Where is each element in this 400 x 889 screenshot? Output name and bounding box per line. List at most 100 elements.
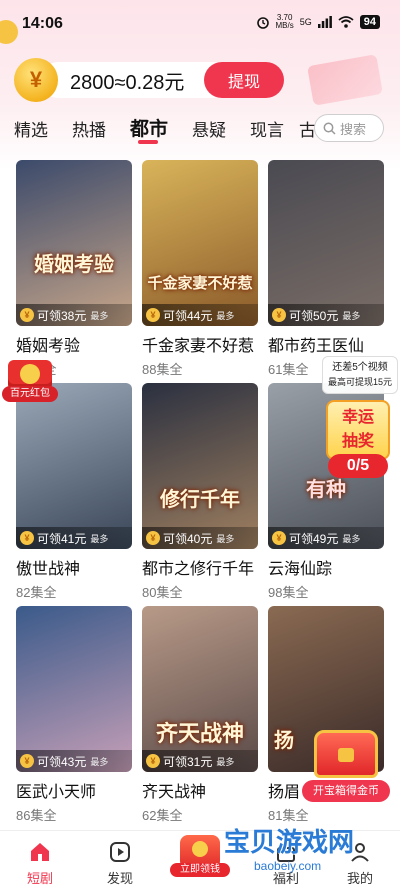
video-tip-line2: 最高可提现15元 [327, 377, 392, 387]
reward-text: 可领49元 [289, 531, 339, 546]
drama-poster: 千金家妻不好惹 ¥ 可领44元 最多 [142, 160, 258, 326]
active-tab-indicator [138, 140, 158, 144]
tab-hot[interactable]: 热播 [72, 116, 106, 146]
reward-text: 可领44元 [163, 308, 213, 323]
coin-icon: ¥ [146, 308, 160, 322]
coin-icon [20, 364, 40, 384]
drama-title: 云海仙踪 [268, 561, 333, 578]
home-icon [27, 839, 53, 865]
search-input[interactable]: 搜索 [314, 114, 384, 142]
drama-poster: ¥ 可领41元 最多 [16, 383, 132, 549]
poster-title: 修行千年 [160, 487, 240, 511]
coin-icon [192, 841, 208, 857]
drama-card[interactable]: 千金家妻不好惹 ¥ 可领44元 最多 千金家妻不好惹 88集全 [142, 160, 258, 378]
drama-card[interactable]: ¥ 可领43元 最多 医武小天师 86集全 [16, 606, 132, 824]
drama-episodes: 82集全 [16, 585, 57, 600]
tab-featured[interactable]: 精选 [14, 116, 48, 146]
drama-poster: 齐天战神 ¥ 可领31元 最多 [142, 606, 258, 772]
reward-max: 最多 [90, 310, 109, 321]
drama-title: 婚姻考验 [16, 338, 81, 355]
drama-card[interactable]: ¥ 可领50元 最多 都市药王医仙 61集全 [268, 160, 384, 378]
battery-level: 94 [359, 15, 380, 29]
search-placeholder: 搜索 [340, 121, 367, 137]
category-tabs: 精选 热播 都市 悬疑 现言 [14, 116, 308, 146]
tab-suspense[interactable]: 悬疑 [192, 116, 226, 146]
drama-title: 医武小天师 [16, 784, 97, 801]
reward-max: 最多 [216, 533, 235, 544]
reward-text: 可领43元 [37, 754, 87, 769]
reward-max: 最多 [342, 310, 361, 321]
drama-card[interactable]: 修行千年 ¥ 可领40元 最多 都市之修行千年 80集全 [142, 383, 258, 601]
nav-label: 短剧 [26, 871, 53, 886]
reward-text: 可领50元 [289, 308, 339, 323]
net-speed: 3.70 MB/s [276, 14, 294, 30]
nav-item-discover[interactable]: 发现 [90, 839, 150, 887]
reward-max: 最多 [342, 533, 361, 544]
red-packet-label: 百元红包 [2, 386, 58, 402]
red-packet-widget[interactable]: 百元红包 [2, 360, 58, 404]
signal-type: 5G [299, 17, 312, 27]
lucky-draw-line1: 幸运 [341, 409, 374, 426]
treasure-chest-widget[interactable]: 开宝箱得金币 [302, 730, 390, 802]
drama-title: 都市之修行千年 [142, 561, 255, 578]
nav-item-claim[interactable]: 立即领钱 [170, 835, 230, 877]
reward-badge: ¥ 可领49元 最多 [268, 527, 384, 549]
chest-lock-icon [338, 748, 354, 762]
lucky-draw-widget[interactable]: 幸运 抽奖 0/5 [322, 396, 394, 482]
status-indicators: 3.70 MB/s 5G 94 [256, 14, 380, 30]
claim-tag: 立即领钱 [170, 863, 230, 877]
reward-text: 可领31元 [163, 754, 213, 769]
net-speed-unit: MB/s [275, 21, 294, 30]
search-icon [323, 122, 336, 135]
wallet-row: 2800≈0.28元 ¥ 提现 [14, 58, 284, 102]
video-tip-line1: 还差5个视频 [332, 362, 388, 373]
balance-text: 2800≈0.28元 [70, 71, 185, 94]
alarm-icon [256, 17, 269, 29]
tab-urban[interactable]: 都市 [130, 114, 168, 144]
drama-card[interactable]: 婚姻考验 ¥可领38元最多 婚姻考验 74集全 [16, 160, 132, 378]
coin-peek-icon [0, 20, 18, 44]
coin-icon: ¥ [272, 531, 286, 545]
reward-badge: ¥ 可领43元 最多 [16, 750, 132, 772]
poster-title: 千金家妻不好惹 [147, 274, 253, 292]
coin-icon: ¥ [146, 531, 160, 545]
drama-poster: ¥ 可领43元 最多 [16, 606, 132, 772]
drama-episodes: 86集全 [16, 808, 57, 823]
reward-max: 最多 [216, 756, 235, 767]
reward-text: 可领40元 [163, 531, 213, 546]
watermark-url: baobeiy.com [254, 859, 322, 873]
coin-icon: ¥ [14, 58, 58, 102]
drama-title: 齐天战神 [142, 784, 207, 801]
reward-max: 最多 [90, 533, 109, 544]
tab-romance[interactable]: 现言 [250, 116, 284, 146]
coin-icon: ¥ [272, 308, 286, 322]
video-tip: 还差5个视频 最高可提现15元 [322, 356, 398, 394]
poster-title: 婚姻考验 [34, 252, 114, 276]
tab-urban-label: 都市 [130, 119, 169, 140]
coin-icon: ¥ [20, 308, 34, 322]
reward-badge: ¥ 可领40元 最多 [142, 527, 258, 549]
drama-card[interactable]: 齐天战神 ¥ 可领31元 最多 齐天战神 62集全 [142, 606, 258, 824]
drama-episodes: 98集全 [268, 585, 309, 600]
nav-item-drama[interactable]: 短剧 [10, 839, 70, 887]
watermark-title: 宝贝游戏网 [224, 828, 355, 858]
coin-icon: ¥ [20, 754, 34, 768]
reward-text: 可领41元 [37, 531, 87, 546]
wifi-icon [338, 16, 354, 28]
drama-episodes: 88集全 [142, 362, 183, 377]
nav-label: 发现 [106, 871, 133, 886]
lucky-draw-box: 幸运 抽奖 [326, 400, 390, 460]
withdraw-button[interactable]: 提现 [204, 62, 284, 98]
status-time: 14:06 [22, 15, 63, 32]
lucky-draw-count: 0/5 [328, 454, 388, 478]
drama-card[interactable]: ¥ 可领41元 最多 傲世战神 82集全 [16, 383, 132, 601]
play-icon [107, 839, 133, 865]
reward-badge: ¥ 可领31元 最多 [142, 750, 258, 772]
reward-badge: ¥ 可领44元 最多 [142, 304, 258, 326]
reward-badge: ¥ 可领41元 最多 [16, 527, 132, 549]
drama-episodes: 80集全 [142, 585, 183, 600]
drama-title: 千金家妻不好惹 [142, 338, 255, 355]
reward-max: 最多 [216, 310, 235, 321]
balance-pill[interactable]: 2800≈0.28元 [40, 62, 230, 98]
reward-text: 可领38元 [37, 308, 87, 323]
